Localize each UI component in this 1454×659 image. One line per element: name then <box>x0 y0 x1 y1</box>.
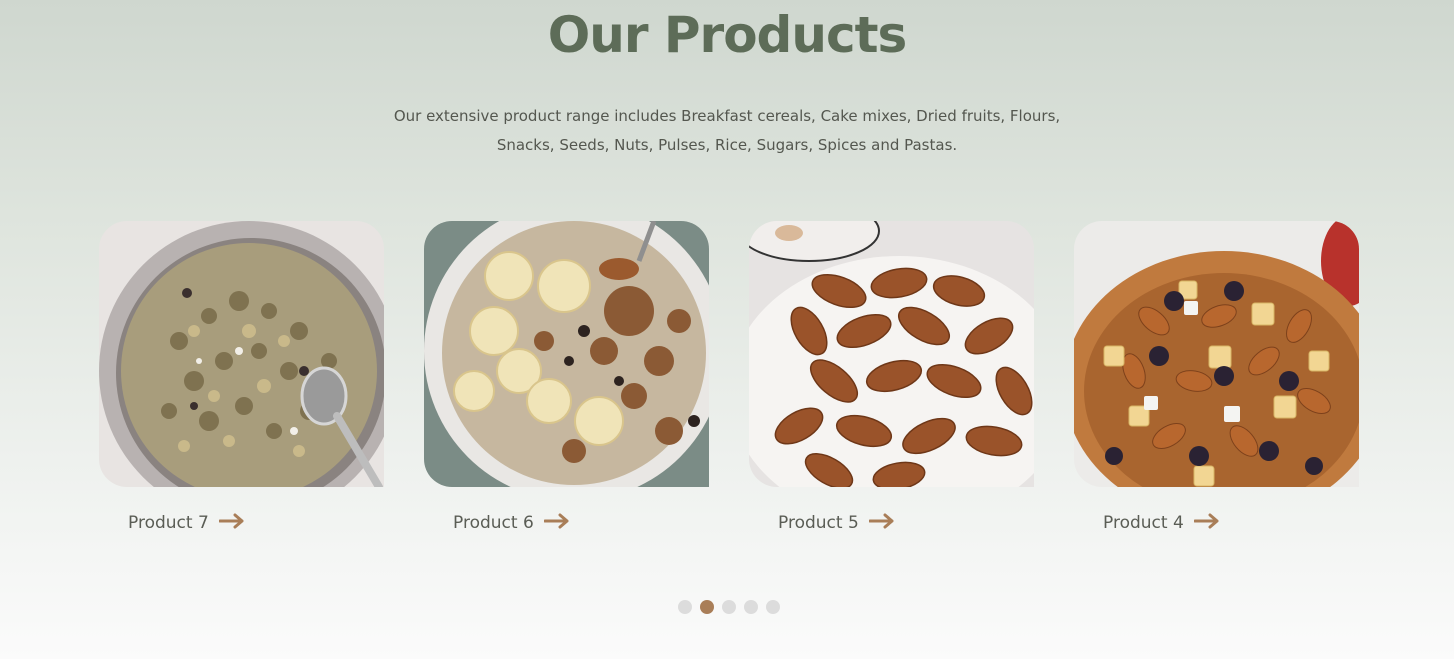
description-line-1: Our extensive product range includes Bre… <box>393 107 1061 125</box>
pagination-dot-active[interactable] <box>700 600 714 614</box>
carousel-pagination <box>678 600 780 614</box>
product-link[interactable]: Product 6 <box>453 513 570 533</box>
description-line-2: Snacks, Seeds, Nuts, Pulses, Rice, Sugar… <box>496 136 958 154</box>
product-card: Product 6 <box>424 221 709 533</box>
product-image-almonds[interactable] <box>749 221 1034 487</box>
product-carousel[interactable]: Product 7 Product 6 Product 5 Product 4 <box>99 221 1359 551</box>
pagination-dot[interactable] <box>766 600 780 614</box>
product-label: Product 5 <box>778 513 859 533</box>
section-description: Our extensive product range includes Bre… <box>370 102 1084 160</box>
product-image-trail-mix[interactable] <box>1074 221 1359 487</box>
arrow-right-icon <box>543 513 570 533</box>
product-label: Product 4 <box>1103 513 1184 533</box>
product-image-banana-oats[interactable] <box>424 221 709 487</box>
arrow-right-icon <box>218 513 245 533</box>
pagination-dot[interactable] <box>678 600 692 614</box>
arrow-right-icon <box>868 513 895 533</box>
pagination-dot[interactable] <box>722 600 736 614</box>
product-link[interactable]: Product 5 <box>778 513 895 533</box>
product-link[interactable]: Product 4 <box>1103 513 1220 533</box>
pagination-dot[interactable] <box>744 600 758 614</box>
product-label: Product 6 <box>453 513 534 533</box>
section-title: Our Products <box>547 6 908 64</box>
product-image-granola[interactable] <box>99 221 384 487</box>
product-card: Product 4 <box>1074 221 1359 533</box>
product-card: Product 5 <box>749 221 1034 533</box>
arrow-right-icon <box>1193 513 1220 533</box>
product-card: Product 7 <box>99 221 384 533</box>
product-label: Product 7 <box>128 513 209 533</box>
product-link[interactable]: Product 7 <box>128 513 245 533</box>
